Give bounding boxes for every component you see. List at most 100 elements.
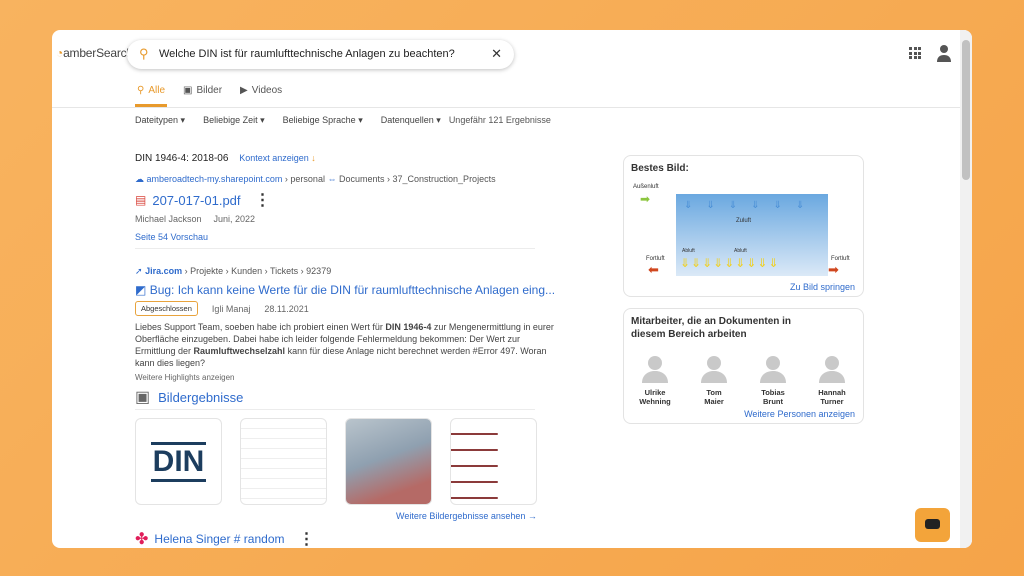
more-options-icon[interactable]: ⋮ <box>255 190 271 210</box>
context-label: Kontext anzeigen <box>239 153 309 163</box>
filter-label: Beliebige Zeit <box>203 115 258 125</box>
search-box[interactable]: ⚲ Welche DIN ist für raumlufttechnische … <box>127 40 514 69</box>
result-count: Ungefähr 121 Ergebnisse <box>449 115 551 126</box>
tab-videos[interactable]: ▶Videos <box>238 85 284 107</box>
person-tobias[interactable]: TobiasBrunt <box>748 353 798 406</box>
image-result-ventilation-3d[interactable] <box>345 418 432 505</box>
result-1: DIN 1946-4: 2018-06 Kontext anzeigen ↓ ☁… <box>135 153 535 249</box>
divider <box>135 248 535 249</box>
source-domain[interactable]: amberoadtech-my.sharepoint.com <box>147 174 283 184</box>
answer-heading: DIN 1946-4: 2018-06 <box>135 153 228 164</box>
result-title-link[interactable]: ◩ Bug: Ich kann keine Werte für die DIN … <box>135 283 555 297</box>
status-badge: Abgeschlossen <box>135 301 198 316</box>
tab-alle[interactable]: ⚲ Alle <box>135 85 167 107</box>
tab-bilder[interactable]: ▣ Bilder <box>181 85 224 107</box>
filter-bar: Dateitypen ▾ Beliebige Zeit ▾ Beliebige … <box>135 115 551 126</box>
arrow-right-icon: ➡ <box>828 262 839 278</box>
sync-icon: ⇔ <box>327 174 336 184</box>
card-title: Mitarbeiter, die an Dokumenten in diesem… <box>631 315 821 341</box>
result-title-link[interactable]: 207-017-01.pdf <box>152 193 240 208</box>
source-breadcrumb: ☁ amberoadtech-my.sharepoint.com › perso… <box>135 174 535 185</box>
image-results-heading: Bildergebnisse <box>158 390 243 405</box>
avatar-icon <box>758 353 788 383</box>
jump-to-image-link[interactable]: Zu Bild springen <box>790 282 855 292</box>
arrow-down-icon: ↓ <box>311 153 316 163</box>
image-result-section-plan[interactable] <box>450 418 537 505</box>
chat-button[interactable] <box>915 508 950 542</box>
path-item: personal <box>290 174 325 184</box>
apps-grid-icon[interactable] <box>909 47 921 59</box>
search-tabs: ⚲ Alle ▣ Bilder ▶Videos <box>135 85 284 107</box>
person-tom[interactable]: TomMaier <box>689 353 739 406</box>
search-icon: ⚲ <box>137 85 144 96</box>
author: Michael Jackson <box>135 214 202 224</box>
jira-icon: ➚ <box>135 266 143 276</box>
date: Juni, 2022 <box>214 214 256 224</box>
person-first-name: Hannah <box>807 388 857 397</box>
slack-icon: ✤ <box>135 529 148 548</box>
title-text: Bug: Ich kann keine Werte für die DIN fü… <box>150 283 555 297</box>
snippet-text: Liebes Support Team, soeben habe ich pro… <box>135 322 385 332</box>
avatar-icon <box>817 353 847 383</box>
tab-label: Alle <box>148 85 165 96</box>
more-options-icon[interactable]: ⋮ <box>298 529 314 548</box>
image-results: DIN <box>135 418 555 505</box>
path-item: Tickets <box>270 266 298 276</box>
person-hannah[interactable]: HannahTurner <box>807 353 857 406</box>
tab-label: Videos <box>252 85 282 99</box>
colleagues-card: Mitarbeiter, die an Dokumenten in diesem… <box>623 308 864 424</box>
diagram-label: Zuluft <box>736 218 751 224</box>
path-item: 92379 <box>306 266 331 276</box>
arrow-right-icon: ➡ <box>640 192 650 206</box>
highlight: DIN 1946-4 <box>385 322 431 332</box>
tab-label: Bilder <box>196 85 222 99</box>
scrollbar-thumb[interactable] <box>962 40 970 180</box>
person-last-name: Maier <box>689 397 739 406</box>
filter-dateitypen[interactable]: Dateitypen ▾ <box>135 115 185 126</box>
search-icon: ⚲ <box>139 46 149 62</box>
result-snippet: Liebes Support Team, soeben habe ich pro… <box>135 321 555 369</box>
date: 28.11.2021 <box>264 304 308 314</box>
show-context-link[interactable]: Kontext anzeigen ↓ <box>239 153 316 163</box>
cloud-icon: ☁ <box>135 174 144 184</box>
source-domain[interactable]: Jira.com <box>145 266 182 276</box>
logo-text: amberSearch <box>63 46 133 60</box>
user-account-icon[interactable] <box>936 44 952 62</box>
search-input[interactable]: Welche DIN ist für raumlufttechnische An… <box>159 48 455 60</box>
pdf-icon: ▤ <box>135 193 146 207</box>
image-result-drawing[interactable] <box>240 418 327 505</box>
person-first-name: Tom <box>689 388 739 397</box>
more-highlights-link[interactable]: Weitere Highlights anzeigen <box>135 373 555 382</box>
image-icon: ▣ <box>183 85 192 99</box>
page-preview-link[interactable]: Seite 54 Vorschau <box>135 232 535 242</box>
source-breadcrumb: ➚ Jira.com › Projekte › Kunden › Tickets… <box>135 266 555 277</box>
more-people-link[interactable]: Weitere Personen anzeigen <box>744 409 855 419</box>
result-title-link[interactable]: Helena Singer # random <box>154 532 284 546</box>
supply-arrows: ⇓⇓⇓⇓⇓⇓ <box>684 200 818 211</box>
diagram-label: Außenluft <box>633 184 659 190</box>
filter-label: Datenquellen <box>381 115 434 125</box>
clear-search-icon[interactable]: ✕ <box>491 46 502 62</box>
path-item: Documents <box>339 174 385 184</box>
person-last-name: Wehning <box>630 397 680 406</box>
diagram-label: Abluft <box>682 248 695 254</box>
filter-label: Dateitypen <box>135 115 178 125</box>
diagram-label: Abluft <box>734 248 747 254</box>
filter-label: Beliebige Sprache <box>283 115 356 125</box>
divider <box>52 107 960 108</box>
ticket-icon: ◩ <box>135 283 146 297</box>
amber-search-logo[interactable]: ◔amberSearch <box>56 46 133 60</box>
image-result-din-logo[interactable]: DIN <box>135 418 222 505</box>
din-logo: DIN <box>151 442 207 482</box>
avatar-icon <box>640 353 670 383</box>
filter-datenquellen[interactable]: Datenquellen ▾ <box>381 115 441 126</box>
avatar-icon <box>699 353 729 383</box>
card-title: Bestes Bild: <box>631 163 689 174</box>
more-images-link[interactable]: Weitere Bildergebnisse ansehen → <box>396 511 555 521</box>
result-2: ➚ Jira.com › Projekte › Kunden › Tickets… <box>135 266 555 548</box>
people-list: UlrikeWehning TomMaier TobiasBrunt Hanna… <box>630 353 857 406</box>
person-ulrike[interactable]: UlrikeWehning <box>630 353 680 406</box>
filter-sprache[interactable]: Beliebige Sprache ▾ <box>283 115 363 126</box>
filter-zeit[interactable]: Beliebige Zeit ▾ <box>203 115 265 126</box>
person-last-name: Turner <box>807 397 857 406</box>
